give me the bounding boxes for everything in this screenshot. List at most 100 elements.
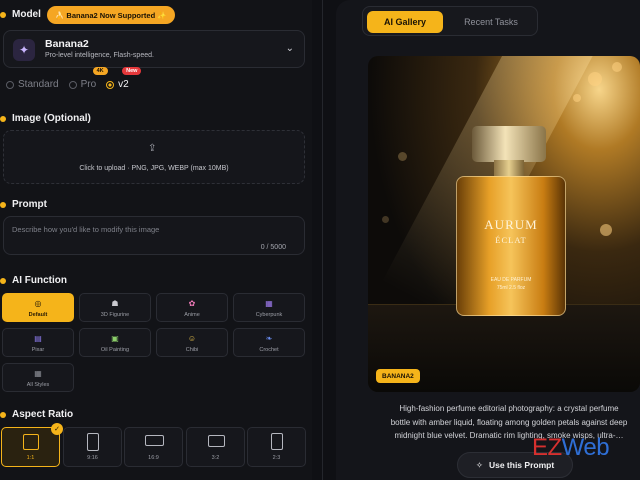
watermark-part: EZ [532, 434, 562, 461]
model-heading: Model [0, 9, 41, 20]
image-heading-label: Image (Optional) [12, 113, 91, 124]
all-styles-icon: ▦ [34, 369, 42, 378]
description-line: High-fashion perfume editorial photograp… [399, 404, 619, 413]
aspect-1-1[interactable]: ✓ 1:1 [1, 423, 63, 467]
style-chibi[interactable]: ☺ Chibi [156, 328, 228, 357]
style-default[interactable]: ◎ Default [2, 293, 74, 322]
radio-label: v2 [118, 79, 129, 90]
radio-circle [6, 80, 14, 89]
banana2-supported-badge-label: 🍌 Banana2 Now Supported ✨ [55, 10, 167, 20]
check-icon: ✓ [51, 423, 63, 435]
bullet-dot [0, 115, 6, 122]
upload-cloud-icon: ⇪ [148, 143, 157, 154]
style-oil-painting[interactable]: ▣ Oil Painting [79, 328, 151, 357]
description-line: bottle with amber liquid, floating among… [390, 417, 628, 427]
bottle-subtitle: ÉCLAT [495, 235, 527, 245]
ratio-label: 1:1 [26, 455, 35, 461]
cyberpunk-icon: ▦ [265, 299, 273, 308]
bullet-dot [0, 277, 6, 284]
image-heading: Image (Optional) [0, 113, 91, 124]
watermark-part: Web [561, 434, 610, 461]
bullet-dot [0, 11, 6, 18]
ratio-label: 9:16 [87, 455, 98, 461]
aspect-3-2[interactable]: 3:2 [186, 427, 245, 467]
radio-label: Pro [80, 79, 97, 90]
gallery-tabs: AI Gallery Recent Tasks [362, 6, 538, 36]
bottle-cap [472, 126, 546, 162]
style-label: Chibi [185, 347, 199, 353]
bottle-brand: AURUM [484, 217, 538, 232]
aspect-ratio-heading: Aspect Ratio [0, 409, 73, 420]
aspect-9-16[interactable]: 9:16 [63, 427, 122, 467]
banana2-supported-badge: 🍌 Banana2 Now Supported ✨ [47, 6, 175, 24]
bullet-dot [0, 201, 6, 208]
model-selector[interactable]: ✦ Banana2 Pro-level intelligence, Flash-… [3, 30, 305, 68]
aspect-ratio-heading-label: Aspect Ratio [12, 409, 74, 420]
bullet-dot [0, 411, 6, 418]
gallery-panel: AI Gallery Recent Tasks AURUM ÉCLAT EAU … [336, 0, 640, 480]
model-tag-badge: BANANA2 [376, 369, 420, 383]
ai-function-heading-label: AI Function [12, 275, 67, 286]
style-label: All Styles [26, 382, 50, 388]
landscape-ratio-icon [145, 435, 164, 446]
style-pixar[interactable]: ▤ Pixar [2, 328, 74, 357]
style-label: 3D Figurine [100, 312, 130, 318]
oil-painting-icon: ▣ [111, 334, 119, 343]
tab-label: Recent Tasks [464, 17, 518, 27]
landscape-ratio-icon [208, 435, 225, 447]
character-counter: 0 / 5000 [260, 244, 286, 251]
figurine-icon: ☗ [111, 299, 119, 308]
radio-standard[interactable]: Standard [6, 79, 59, 90]
panel-divider [322, 0, 323, 480]
style-label: Oil Painting [100, 347, 130, 353]
portrait-ratio-icon [271, 433, 283, 450]
prompt-placeholder: Describe how you'd like to modify this i… [12, 225, 160, 234]
style-3d-figurine[interactable]: ☗ 3D Figurine [79, 293, 151, 322]
radio-circle [106, 80, 115, 89]
bokeh-light [612, 62, 622, 72]
style-label: Cyberpunk [255, 312, 283, 318]
style-cyberpunk[interactable]: ▦ Cyberpunk [233, 293, 305, 322]
chevron-down-icon: ⌄ [285, 43, 294, 54]
radio-v2[interactable]: New v2 [106, 67, 142, 90]
model-version-options: Standard 4K Pro New v2 [6, 67, 142, 90]
style-all-styles[interactable]: ▦ All Styles [2, 363, 74, 392]
prompt-textarea[interactable]: Describe how you'd like to modify this i… [3, 216, 305, 255]
bokeh-light [382, 216, 389, 223]
radio-circle [68, 80, 77, 89]
upload-hint: Click to upload · PNG, JPG, WEBP (max 10… [79, 165, 229, 172]
style-label: Default [28, 312, 48, 318]
ai-function-heading: AI Function [0, 275, 67, 286]
style-label: Anime [184, 312, 200, 318]
tab-label: AI Gallery [383, 17, 427, 27]
ratio-label: 16:9 [148, 455, 159, 461]
tab-ai-gallery[interactable]: AI Gallery [367, 11, 443, 33]
gallery-hero-image[interactable]: AURUM ÉCLAT EAU DE PARFUM 75ml 2.5 floz … [368, 56, 640, 392]
new-badge: New [122, 67, 142, 75]
radio-pro[interactable]: 4K Pro [68, 67, 108, 90]
bokeh-light [600, 224, 612, 236]
bokeh-light [398, 152, 407, 161]
tab-recent-tasks[interactable]: Recent Tasks [447, 11, 535, 33]
ratio-label: 3:2 [211, 455, 220, 461]
model-name: Banana2 [45, 38, 89, 50]
square-ratio-icon [23, 434, 39, 450]
style-anime[interactable]: ✿ Anime [156, 293, 228, 322]
default-icon: ◎ [34, 299, 42, 308]
style-crochet[interactable]: ❧ Crochet [233, 328, 305, 357]
bokeh-light [588, 72, 602, 86]
bokeh-light [573, 94, 581, 102]
aspect-2-3[interactable]: 2:3 [247, 427, 306, 467]
radio-label: Standard [18, 79, 59, 90]
ratio-label: 2:3 [272, 455, 281, 461]
image-upload-dropzone[interactable]: ⇪ Click to upload · PNG, JPG, WEBP (max … [3, 130, 305, 184]
aspect-16-9[interactable]: 16:9 [124, 427, 183, 467]
model-description: Pro-level intelligence, Flash-speed. [45, 52, 154, 59]
chibi-icon: ☺ [187, 334, 197, 343]
model-heading-label: Model [12, 9, 41, 20]
prompt-heading: Prompt [0, 199, 47, 210]
sparkle-icon: ✦ [13, 39, 35, 61]
anime-icon: ✿ [188, 299, 196, 308]
pixar-icon: ▤ [34, 334, 42, 343]
bottle-label-line: 75ml 2.5 floz [496, 285, 526, 291]
